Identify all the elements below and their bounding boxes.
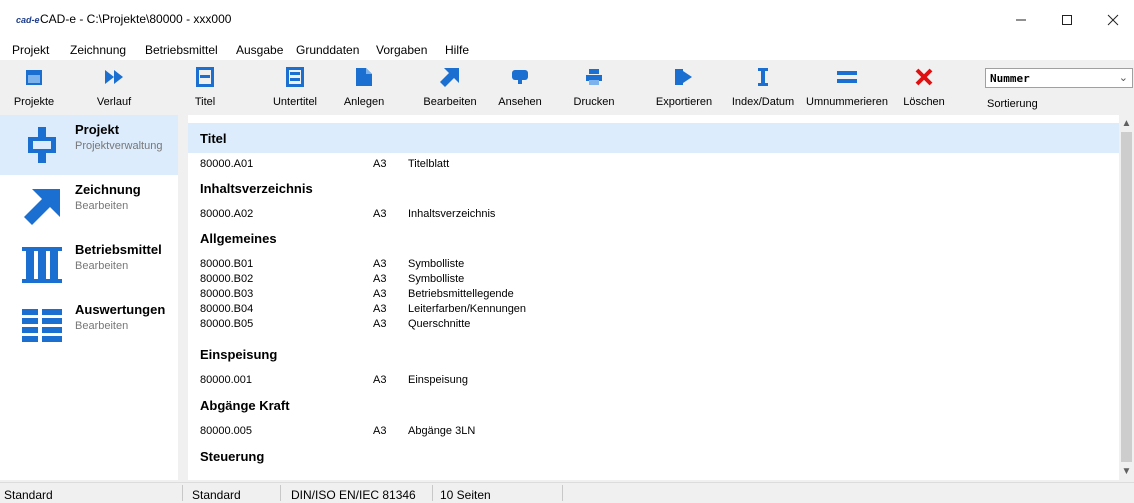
section-header-titel[interactable]: Titel [188,123,1119,153]
renumber-icon [835,66,859,88]
table-row[interactable]: 80000.A02 A3 Inhaltsverzeichnis [188,208,1119,221]
status-divider [562,485,563,501]
section-header-einspeisung[interactable]: Einspeisung [188,339,1119,369]
scroll-up-icon[interactable]: ▲ [1119,115,1134,132]
minimize-button[interactable] [998,6,1044,34]
project-icon [28,127,56,163]
export-icon [672,66,696,88]
anlegen-button[interactable]: Anlegen [342,62,386,112]
fast-forward-icon [102,66,126,88]
table-row[interactable]: 80000.B01 A3 Symbolliste [188,258,1119,271]
sidebar-item-projekt[interactable]: Projekt Projektverwaltung [0,115,178,175]
menu-bar: Projekt Zeichnung Betriebsmittel Ausgabe… [0,38,1134,60]
sort-select[interactable]: Nummer ⌄ [985,68,1133,88]
section-header-inhaltsverzeichnis[interactable]: Inhaltsverzeichnis [188,173,1119,203]
projekte-button[interactable]: Projekte [12,62,56,112]
verlauf-button[interactable]: Verlauf [92,62,136,112]
drawing-list: Titel 80000.A01 A3 Titelblatt Inhaltsver… [188,115,1119,480]
section-header-abgaenge-kraft[interactable]: Abgänge Kraft [188,390,1119,420]
menu-ausgabe[interactable]: Ausgabe [236,43,283,57]
section-header-allgemeines[interactable]: Allgemeines [188,223,1119,253]
loeschen-button[interactable]: Löschen [902,62,946,112]
sidebar-item-auswertungen[interactable]: Auswertungen Bearbeiten [0,295,178,355]
sidebar-item-zeichnung[interactable]: Zeichnung Bearbeiten [0,175,178,235]
maximize-icon [1062,15,1072,25]
index-icon [751,66,775,88]
close-icon [1107,14,1119,26]
status-page-count: 10 Seiten [440,488,491,502]
menu-hilfe[interactable]: Hilfe [445,43,469,57]
umnummerieren-button[interactable]: Umnummerieren [804,62,890,112]
title-bar: cad-e CAD-e - C:\Projekte\80000 - xxx000 [0,0,1134,38]
table-row[interactable]: 80000.A01 A3 Titelblatt [188,158,1119,171]
chevron-down-icon: ⌄ [1118,72,1128,84]
new-document-icon [352,66,376,88]
untertitel-button[interactable]: Untertitel [268,62,322,112]
vertical-scrollbar[interactable]: ▲ ▼ [1119,115,1134,480]
printer-icon [582,66,606,88]
delete-x-icon [912,66,936,88]
status-layer: Standard [4,488,53,502]
table-row[interactable]: 80000.B05 A3 Querschnitte [188,318,1119,331]
maximize-button[interactable] [1044,6,1090,34]
sidebar: Projekt Projektverwaltung Zeichnung Bear… [0,115,178,480]
menu-grunddaten[interactable]: Grunddaten [296,43,359,57]
projects-icon [22,66,46,88]
exportieren-button[interactable]: Exportieren [654,62,714,112]
status-standard: DIN/ISO EN/IEC 81346 [291,488,416,502]
equipment-icon [22,247,62,283]
app-logo-icon: cad-e [16,15,40,25]
window-title: CAD-e - C:\Projekte\80000 - xxx000 [40,12,232,26]
status-bar: Standard Standard DIN/ISO EN/IEC 81346 1… [0,482,1134,503]
status-divider [432,485,433,501]
toolbar: Projekte Verlauf Titel Untertitel Anlege… [0,60,1134,114]
sort-label: Sortierung [987,98,1038,110]
section-header-steuerung[interactable]: Steuerung [188,441,1119,471]
titel-button[interactable]: Titel [190,62,220,112]
menu-betriebsmittel[interactable]: Betriebsmittel [145,43,218,57]
table-row[interactable]: 80000.001 A3 Einspeisung [188,374,1119,387]
close-button[interactable] [1090,6,1134,34]
subtitle-page-icon [283,66,307,88]
bearbeiten-button[interactable]: Bearbeiten [422,62,478,112]
menu-projekt[interactable]: Projekt [12,43,49,57]
drawing-arrow-icon [24,189,60,225]
scroll-down-icon[interactable]: ▼ [1119,463,1134,480]
table-row[interactable]: 80000.B02 A3 Symbolliste [188,273,1119,286]
table-row[interactable]: 80000.B03 A3 Betriebsmittellegende [188,288,1119,301]
title-page-icon [193,66,217,88]
sort-value: Nummer [990,72,1030,85]
table-row[interactable]: 80000.005 A3 Abgänge 3LN [188,425,1119,438]
menu-zeichnung[interactable]: Zeichnung [70,43,126,57]
reports-table-icon [22,309,62,342]
minimize-icon [1016,19,1026,21]
table-row[interactable]: 80000.B04 A3 Leiterfarben/Kennungen [188,303,1119,316]
ansehen-button[interactable]: Ansehen [497,62,543,112]
sidebar-item-betriebsmittel[interactable]: Betriebsmittel Bearbeiten [0,235,178,295]
scroll-thumb[interactable] [1121,132,1132,462]
status-style: Standard [192,488,241,502]
view-monitor-icon [508,66,532,88]
drucken-button[interactable]: Drucken [572,62,616,112]
menu-vorgaben[interactable]: Vorgaben [376,43,427,57]
index-datum-button[interactable]: Index/Datum [732,62,794,112]
status-divider [182,485,183,501]
status-divider [280,485,281,501]
edit-arrow-icon [438,66,462,88]
